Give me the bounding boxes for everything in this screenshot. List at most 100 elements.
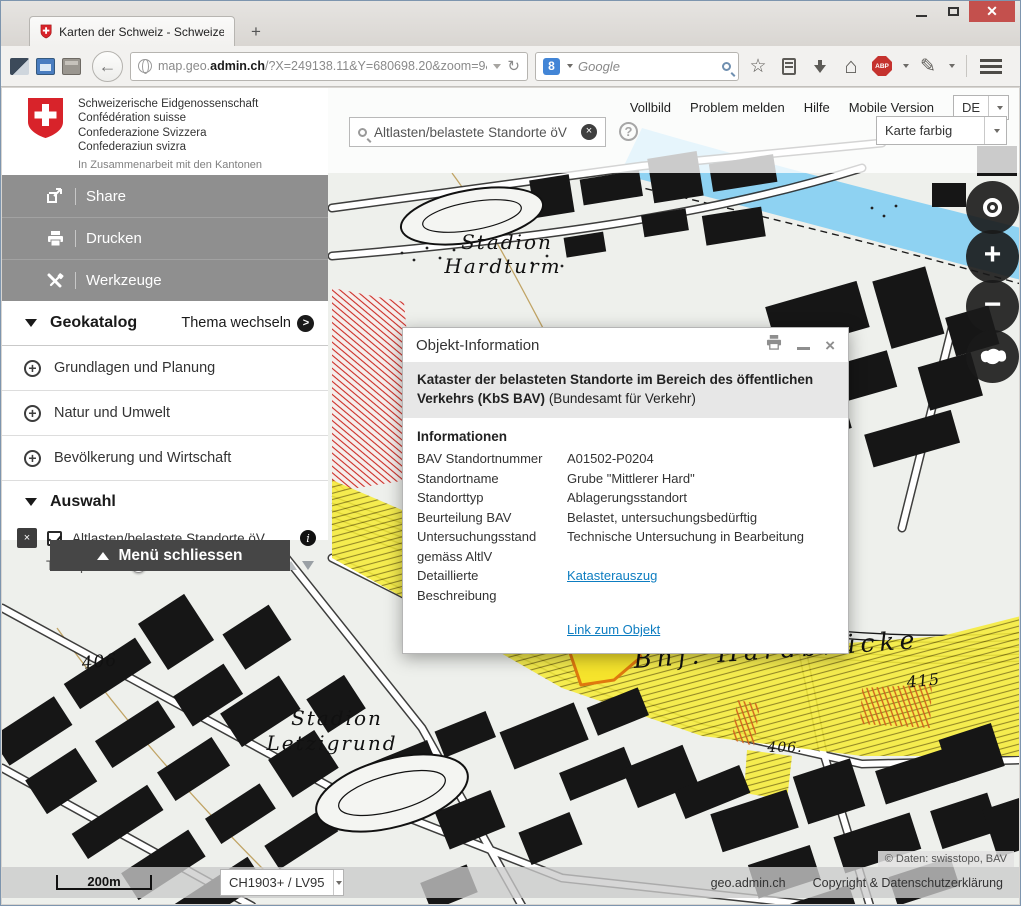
map-viewport: StadionHardturmBhf. HardbrückeStadionLet… bbox=[2, 88, 1019, 904]
pinned-app-icon-2[interactable] bbox=[36, 58, 55, 75]
share-label: Share bbox=[86, 188, 126, 205]
title-bar: Karten der Schweiz - Schweize... + ✕ bbox=[1, 1, 1020, 46]
header-link-vollbild[interactable]: Vollbild bbox=[630, 100, 671, 115]
expand-plus-icon[interactable]: + bbox=[24, 360, 41, 377]
google-search-engine-icon[interactable]: 8 bbox=[543, 58, 560, 75]
catalog-item[interactable]: + Grundlagen und Planung bbox=[2, 346, 328, 391]
adblock-dropdown-icon[interactable] bbox=[903, 64, 909, 68]
url-bar[interactable]: map.geo.admin.ch/?X=249138.11&Y=680698.2… bbox=[130, 52, 528, 81]
close-menu-button[interactable]: Menü schliessen bbox=[50, 540, 290, 571]
catalog-item[interactable]: +Natur und Umwelt bbox=[2, 391, 328, 436]
reload-button[interactable]: ↻ bbox=[507, 57, 520, 75]
search-icon bbox=[358, 128, 367, 137]
close-menu-label: Menü schliessen bbox=[118, 547, 242, 565]
url-text[interactable]: map.geo.admin.ch/?X=249138.11&Y=680698.2… bbox=[158, 59, 487, 73]
header-link-mobile-version[interactable]: Mobile Version bbox=[849, 100, 934, 115]
catalog-item-label: Grundlagen und Planung bbox=[54, 360, 215, 376]
switch-theme-label: Thema wechseln bbox=[181, 315, 291, 331]
url-dropdown-icon[interactable] bbox=[493, 64, 501, 69]
popup-header[interactable]: Objekt-Information × bbox=[403, 328, 848, 362]
info-value: Grube "Mittlerer Hard" bbox=[567, 469, 834, 489]
triangle-up-icon bbox=[97, 552, 109, 560]
window-close-button[interactable]: ✕ bbox=[969, 1, 1015, 22]
zoom-in-button[interactable]: + bbox=[966, 230, 1019, 283]
search-bar[interactable]: 8 Google bbox=[535, 52, 739, 81]
federal-logo-block: Schweizerische EidgenossenschaftConfédér… bbox=[2, 88, 328, 173]
tools-button[interactable]: Werkzeuge bbox=[2, 259, 328, 301]
map-search-input[interactable]: Altlasten/belastete Standorte öV × bbox=[349, 117, 606, 147]
info-row: Beurteilung BAVBelastet, untersuchungsbe… bbox=[417, 508, 834, 528]
share-button[interactable]: Share bbox=[2, 175, 328, 217]
switch-theme-link[interactable]: Thema wechseln > bbox=[181, 315, 314, 332]
remove-layer-button[interactable]: × bbox=[17, 528, 37, 548]
bottom-bar: 200m CH1903+ / LV95 geo.admin.ch Copyrig… bbox=[2, 867, 1019, 898]
bookmarks-menu-icon[interactable] bbox=[777, 58, 801, 75]
clear-search-button[interactable]: × bbox=[581, 124, 597, 140]
popup-section-title: Informationen bbox=[417, 429, 834, 444]
abp-badge: ABP bbox=[872, 56, 892, 76]
search-placeholder[interactable]: Google bbox=[578, 59, 717, 74]
object-link[interactable]: Link zum Objekt bbox=[567, 622, 660, 637]
print-label: Drucken bbox=[86, 230, 142, 247]
search-help-button[interactable]: ? bbox=[619, 122, 638, 141]
extension-dropdown-icon[interactable] bbox=[949, 64, 955, 68]
clipboard-icon bbox=[782, 58, 796, 75]
popup-minimize-button[interactable] bbox=[797, 347, 810, 350]
map-label: Stadion bbox=[291, 706, 383, 730]
bookmark-star-icon[interactable]: ☆ bbox=[746, 55, 770, 78]
geokatalog-header[interactable]: Geokatalog Thema wechseln > bbox=[2, 301, 328, 346]
language-value: DE bbox=[954, 100, 988, 115]
popup-layer-title: Kataster der belasteten Standorte im Ber… bbox=[403, 362, 848, 418]
download-arrow-icon bbox=[814, 65, 826, 73]
window-minimize-button[interactable] bbox=[905, 1, 937, 22]
footer-site-link[interactable]: geo.admin.ch bbox=[711, 876, 786, 890]
map-style-select[interactable]: Karte farbig bbox=[876, 116, 1007, 145]
search-magnifier-icon[interactable] bbox=[722, 62, 731, 71]
geokatalog-items: + Grundlagen und Planung +Natur und Umwelt… bbox=[2, 346, 328, 481]
katasterauszug-link[interactable]: Katasterauszug bbox=[567, 568, 657, 583]
info-label: Detaillierte Beschreibung bbox=[417, 566, 567, 605]
footer-copyright-link[interactable]: Copyright & Datenschutzerklärung bbox=[813, 876, 1003, 890]
pinned-app-icon-3[interactable] bbox=[62, 58, 81, 75]
popup-print-button[interactable] bbox=[766, 335, 782, 355]
plus-icon: + bbox=[984, 240, 1002, 270]
pinned-app-icon-1[interactable] bbox=[10, 58, 29, 75]
browser-tab[interactable]: Karten der Schweiz - Schweize... bbox=[29, 16, 235, 46]
popup-body: Informationen BAV StandortnummerA01502-P… bbox=[403, 418, 848, 653]
info-label: Standortname bbox=[417, 469, 567, 489]
window-maximize-button[interactable] bbox=[937, 1, 969, 22]
home-button[interactable]: ⌂ bbox=[839, 53, 863, 79]
menu-hamburger-button[interactable] bbox=[980, 59, 1002, 74]
map-attribution[interactable]: © Daten: swisstopo, BAV bbox=[878, 851, 1014, 867]
print-button[interactable]: Drucken bbox=[2, 217, 328, 259]
auswahl-header[interactable]: Auswahl bbox=[2, 481, 328, 523]
arrow-right-icon: > bbox=[297, 315, 314, 332]
map-search-value[interactable]: Altlasten/belastete Standorte öV bbox=[374, 125, 574, 140]
expand-plus-icon[interactable]: + bbox=[24, 405, 41, 422]
adblock-icon[interactable]: ABP bbox=[870, 56, 894, 76]
back-button[interactable]: ← bbox=[92, 51, 123, 82]
zoom-out-button[interactable]: − bbox=[966, 280, 1019, 333]
layer-info-icon[interactable]: i bbox=[300, 530, 316, 546]
chevron-down-icon bbox=[333, 870, 343, 895]
popup-title: Objekt-Information bbox=[416, 337, 751, 354]
popup-close-button[interactable]: × bbox=[825, 337, 835, 354]
default-extent-button[interactable] bbox=[966, 330, 1019, 383]
downloads-icon[interactable] bbox=[808, 59, 832, 73]
header-link-problem-melden[interactable]: Problem melden bbox=[690, 100, 785, 115]
extension-icon[interactable]: ✎ bbox=[916, 55, 940, 78]
header-link-hilfe[interactable]: Hilfe bbox=[804, 100, 830, 115]
info-label: BAV Standortnummer bbox=[417, 449, 567, 469]
new-tab-button[interactable]: + bbox=[244, 20, 268, 44]
expand-plus-icon[interactable]: + bbox=[24, 450, 41, 467]
geokatalog-title: Geokatalog bbox=[50, 314, 181, 332]
search-engine-dropdown-icon[interactable] bbox=[567, 64, 573, 68]
map-style-value: Karte farbig bbox=[877, 123, 984, 138]
projection-select[interactable]: CH1903+ / LV95 bbox=[220, 869, 344, 896]
popup-info-rows: BAV StandortnummerA01502-P0204Standortna… bbox=[417, 449, 834, 605]
move-layer-down-icon[interactable] bbox=[302, 561, 314, 570]
info-row: StandortnameGrube "Mittlerer Hard" bbox=[417, 469, 834, 489]
geolocate-button[interactable] bbox=[966, 181, 1019, 234]
site-identity-globe-icon[interactable] bbox=[138, 59, 152, 73]
catalog-item[interactable]: +Bevölkerung und Wirtschaft bbox=[2, 436, 328, 481]
